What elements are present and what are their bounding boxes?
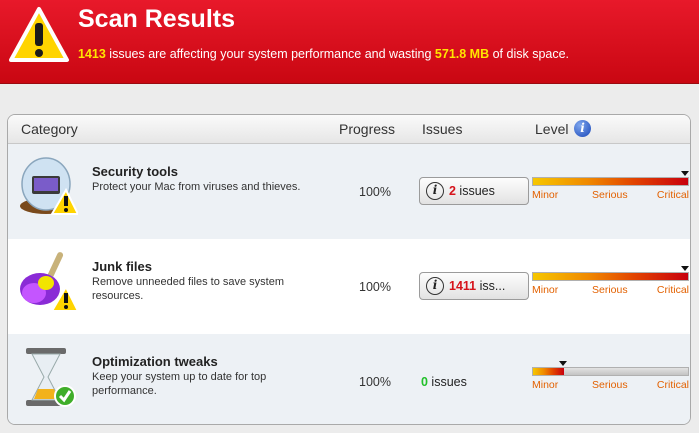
- level-minor: Minor: [532, 189, 559, 201]
- level-bar: [532, 367, 689, 376]
- row-title: Security tools: [92, 164, 178, 179]
- level-fill: [533, 273, 688, 280]
- table-row: Security tools Protect your Mac from vir…: [8, 144, 690, 239]
- issue-count: 0: [421, 375, 428, 389]
- level-fill: [533, 368, 564, 375]
- warning-icon: [9, 7, 69, 62]
- junk-files-icon: [20, 252, 78, 312]
- page-title: Scan Results: [78, 5, 236, 33]
- optimization-icon: [26, 348, 76, 407]
- column-issues: Issues: [422, 121, 463, 137]
- row-description: Keep your system up to date for top perf…: [92, 371, 267, 397]
- issues-label: 2 issues: [449, 184, 495, 198]
- issues-label: 1411 iss...: [449, 279, 505, 293]
- level-fill: [533, 178, 688, 185]
- level-critical: Critical: [656, 189, 689, 201]
- level-marker: [681, 266, 689, 271]
- level-marker: [559, 361, 568, 366]
- level-bar: [532, 177, 689, 186]
- summary-part: of disk space.: [489, 47, 570, 61]
- issue-suffix: issues: [427, 375, 467, 389]
- info-icon: i: [426, 277, 444, 295]
- level-serious: Serious: [592, 189, 628, 201]
- summary-part: issues are affecting your system perform…: [105, 47, 435, 61]
- row-description: Remove unneeded files to save system res…: [92, 276, 284, 302]
- level-serious: Serious: [592, 379, 628, 391]
- row-progress: 100%: [359, 185, 391, 199]
- row-description: Protect your Mac from viruses and thieve…: [92, 181, 301, 193]
- issues-count: 1413: [78, 47, 106, 61]
- info-icon: i: [426, 182, 444, 200]
- level-critical: Critical: [656, 284, 689, 296]
- level-meter: Minor Serious Critical: [532, 361, 689, 391]
- results-banner: Scan Results 1413 issues are affecting y…: [0, 0, 699, 84]
- column-level: Level: [535, 121, 569, 137]
- level-meter: Minor Serious Critical: [532, 266, 689, 296]
- row-title: Junk files: [92, 259, 152, 274]
- issues-button[interactable]: i 1411 iss...: [419, 272, 529, 300]
- level-critical: Critical: [656, 379, 689, 391]
- column-progress: Progress: [339, 121, 396, 137]
- level-meter: Minor Serious Critical: [532, 171, 689, 201]
- issue-count: 2: [449, 184, 456, 198]
- results-table: Category Progress Issues Level i Securit…: [7, 114, 691, 425]
- disk-space: 571.8 MB: [434, 47, 490, 61]
- level-info-icon[interactable]: i: [574, 120, 591, 137]
- column-category: Category: [21, 121, 78, 137]
- summary-text: 1413 issues are affecting your system pe…: [78, 47, 569, 61]
- table-row: Optimization tweaks Keep your system up …: [8, 334, 690, 424]
- table-row: Junk files Remove unneeded files to save…: [8, 239, 690, 334]
- row-title: Optimization tweaks: [92, 354, 218, 369]
- level-minor: Minor: [532, 379, 559, 391]
- table-header: Category Progress Issues Level i: [8, 115, 690, 144]
- issue-suffix: issues: [455, 184, 495, 198]
- issues-label: 0 issues: [421, 375, 467, 389]
- security-tools-icon: [20, 157, 78, 215]
- level-serious: Serious: [592, 284, 628, 296]
- level-minor: Minor: [532, 284, 559, 296]
- issue-suffix: iss...: [476, 279, 506, 293]
- issues-button[interactable]: i 2 issues: [419, 177, 529, 205]
- row-progress: 100%: [359, 375, 391, 389]
- issue-count: 1411: [449, 279, 477, 293]
- level-marker: [681, 171, 689, 176]
- level-bar: [532, 272, 689, 281]
- row-progress: 100%: [359, 280, 391, 294]
